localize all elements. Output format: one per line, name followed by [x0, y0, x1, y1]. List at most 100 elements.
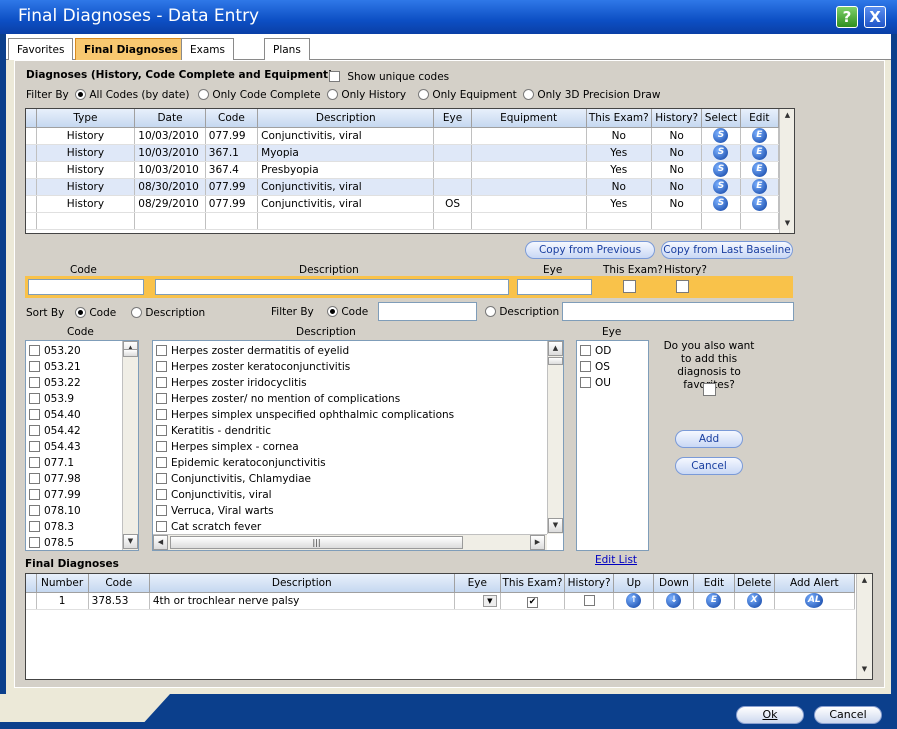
description-item[interactable]: Herpes zoster/ no mention of complicatio… — [153, 391, 563, 407]
desc-scroll-right-icon[interactable]: ▶ — [530, 535, 545, 550]
final-edit-cell[interactable]: E — [693, 592, 735, 610]
final-col-eye[interactable]: Eye — [454, 574, 501, 593]
edit-cell[interactable]: E — [740, 127, 780, 145]
description-item[interactable]: Herpes zoster iridocyclitis — [153, 375, 563, 391]
tab-final-diagnoses[interactable]: Final Diagnoses — [75, 38, 187, 60]
history-row[interactable]: History 08/30/2010 077.99 Conjunctivitis, v… — [26, 178, 780, 196]
description-item-checkbox[interactable] — [156, 361, 167, 372]
history-row[interactable]: History 10/03/2010 077.99 Conjunctivitis, v… — [26, 127, 780, 145]
final-down-cell[interactable]: ↓ — [653, 592, 695, 610]
select-cell[interactable]: S — [701, 161, 741, 179]
add-button[interactable]: Add — [675, 430, 743, 448]
description-item[interactable]: Conjunctivitis, viral — [153, 487, 563, 503]
close-button[interactable]: X — [864, 6, 886, 28]
descriptions-hscrollbar[interactable]: ◀ ||| ▶ — [153, 534, 547, 550]
description-item-checkbox[interactable] — [156, 505, 167, 516]
code-item-checkbox[interactable] — [29, 425, 40, 436]
description-item-checkbox[interactable] — [156, 473, 167, 484]
col-select[interactable]: Select — [701, 109, 741, 128]
copy-from-previous-button[interactable]: Copy from Previous — [525, 241, 655, 259]
select-cell[interactable]: S — [701, 127, 741, 145]
eye-listbox[interactable]: OD OS OU — [576, 340, 649, 551]
filter2-description-radio[interactable] — [485, 306, 496, 317]
description-item-checkbox[interactable] — [156, 425, 167, 436]
final-up-cell[interactable]: ↑ — [613, 592, 655, 610]
history-row[interactable]: History 08/29/2010 077.99 Conjunctivitis, v… — [26, 195, 780, 213]
filter2-code-radio[interactable] — [327, 306, 338, 317]
code-item-checkbox[interactable] — [29, 537, 40, 548]
description-item[interactable]: Herpes zoster keratoconjunctivitis — [153, 359, 563, 375]
codes-scroll-down-icon[interactable]: ▼ — [123, 534, 138, 549]
select-cell[interactable]: S — [701, 178, 741, 196]
description-item-checkbox[interactable] — [156, 457, 167, 468]
final-this-exam-checkbox[interactable]: ✔ — [526, 597, 538, 608]
code-item-checkbox[interactable] — [29, 393, 40, 404]
copy-from-last-baseline-button[interactable]: Copy from Last Baseline — [661, 241, 793, 259]
help-button[interactable]: ? — [836, 6, 858, 28]
radio-all-codes[interactable] — [75, 89, 86, 100]
show-unique-checkbox[interactable] — [329, 71, 340, 82]
radio-code-complete[interactable] — [198, 89, 209, 100]
final-col-code[interactable]: Code — [88, 574, 150, 593]
code-item-checkbox[interactable] — [29, 377, 40, 388]
entry-code-input[interactable] — [28, 279, 144, 295]
final-col-down[interactable]: Down — [653, 574, 695, 593]
favorites-checkbox[interactable] — [703, 383, 716, 397]
description-item[interactable]: Herpes zoster dermatitis of eyelid — [153, 343, 563, 359]
final-history-cell[interactable] — [564, 592, 615, 610]
edit-cell[interactable]: E — [740, 144, 780, 162]
final-col-add-alert[interactable]: Add Alert — [774, 574, 856, 593]
entry-this-exam-checkbox[interactable] — [623, 280, 636, 294]
desc-hscroll-thumb[interactable]: ||| — [170, 536, 463, 549]
col-code[interactable]: Code — [205, 109, 259, 128]
edit-icon[interactable]: E — [751, 179, 767, 194]
filter2-description-option[interactable]: Description — [485, 306, 559, 318]
sort-description-option[interactable]: Description — [131, 307, 205, 319]
desc-scroll-down-icon[interactable]: ▼ — [548, 518, 563, 533]
final-add-alert-cell[interactable]: AL — [774, 592, 856, 610]
filter-description-input[interactable] — [562, 302, 794, 321]
eye-item[interactable]: OU — [577, 375, 648, 391]
select-icon[interactable]: S — [713, 162, 729, 177]
radio-3d-precision[interactable] — [523, 89, 534, 100]
history-scrollbar[interactable]: ▲ ▼ — [779, 109, 794, 233]
edit-icon[interactable]: E — [751, 162, 767, 177]
col-equipment[interactable]: Equipment — [471, 109, 587, 128]
select-icon[interactable]: S — [713, 196, 729, 211]
scroll-down-icon[interactable]: ▼ — [780, 217, 795, 232]
final-delete-cell[interactable]: X — [734, 592, 775, 610]
eye-item-checkbox[interactable] — [580, 345, 591, 356]
history-row[interactable]: History 10/03/2010 367.4 Presbyopia Yes No S E — [26, 161, 780, 179]
col-edit[interactable]: Edit — [740, 109, 780, 128]
descriptions-listbox[interactable]: Herpes zoster dermatitis of eyelid Herpes… — [152, 340, 564, 551]
description-item-checkbox[interactable] — [156, 409, 167, 420]
filter2-code-option[interactable]: Code — [327, 306, 368, 318]
description-item-checkbox[interactable] — [156, 377, 167, 388]
code-item-checkbox[interactable] — [29, 361, 40, 372]
final-row[interactable]: 1 378.53 4th or trochlear nerve palsy ▼ … — [26, 592, 856, 610]
edit-list-link[interactable]: Edit List — [595, 554, 637, 566]
edit-icon[interactable]: E — [751, 196, 767, 211]
code-item-checkbox[interactable] — [29, 521, 40, 532]
code-item-checkbox[interactable] — [29, 441, 40, 452]
select-cell[interactable]: S — [701, 144, 741, 162]
select-icon[interactable]: S — [713, 145, 729, 160]
descriptions-vscrollbar[interactable]: ▲ ▼ — [547, 341, 563, 534]
code-item-checkbox[interactable] — [29, 457, 40, 468]
dropdown-arrow-icon[interactable]: ▼ — [482, 595, 497, 607]
code-item-checkbox[interactable] — [29, 505, 40, 516]
cancel-small-button[interactable]: Cancel — [675, 457, 743, 475]
eye-item-checkbox[interactable] — [580, 377, 591, 388]
tab-favorites[interactable]: Favorites — [8, 38, 74, 60]
code-item-checkbox[interactable] — [29, 489, 40, 500]
final-col-edit[interactable]: Edit — [693, 574, 735, 593]
description-item-checkbox[interactable] — [156, 393, 167, 404]
final-this-exam-cell[interactable]: ✔ — [500, 592, 566, 610]
final-eye-dropdown[interactable]: ▼ — [454, 592, 501, 610]
tab-exams[interactable]: Exams — [181, 38, 234, 60]
description-item[interactable]: Keratitis - dendritic — [153, 423, 563, 439]
edit-cell[interactable]: E — [740, 178, 780, 196]
final-col-history[interactable]: History? — [564, 574, 615, 593]
sort-code-option[interactable]: Code — [75, 307, 116, 319]
tab-plans[interactable]: Plans — [264, 38, 310, 60]
